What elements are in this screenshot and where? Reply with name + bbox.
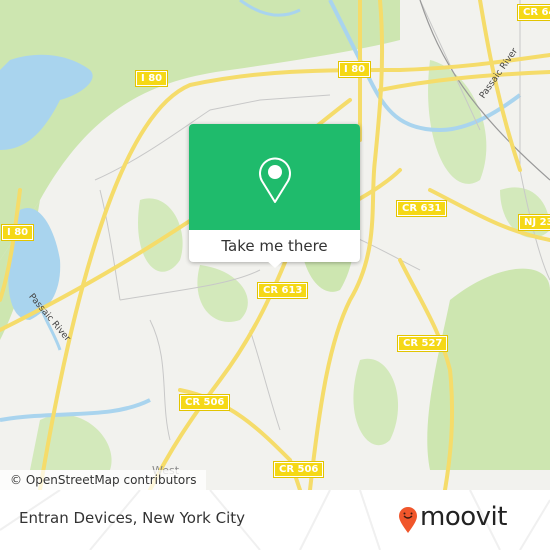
road-shield-cr613: CR 613 (256, 282, 309, 299)
road-shield-cr64: CR 64 (516, 4, 550, 21)
map-attribution[interactable]: © OpenStreetMap contributors (0, 470, 207, 490)
road-shield-nj23: NJ 23 (518, 214, 550, 231)
directions-popup: Take me there (189, 124, 360, 268)
road-shield-cr506: CR 506 (272, 461, 325, 478)
moovit-wordmark: moovit (420, 502, 507, 532)
map[interactable]: I 80 I 80 I 80 CR 64 CR 631 NJ 23 CR 613… (0, 0, 550, 490)
road-shield-cr506: CR 506 (178, 394, 231, 411)
road-shield-i80: I 80 (0, 224, 35, 241)
forest-area (427, 268, 550, 470)
map-pin-icon (259, 157, 291, 203)
popup-header (189, 124, 360, 230)
road-shield-cr527: CR 527 (396, 335, 449, 352)
forest-area (353, 358, 399, 446)
forest-area (30, 414, 112, 470)
road-shield-i80: I 80 (134, 70, 169, 87)
forest-area (138, 198, 183, 272)
forest-area (197, 265, 248, 322)
moovit-pin-icon (399, 507, 417, 533)
road-shield-cr631: CR 631 (395, 200, 448, 217)
footer-bar: Entran Devices, New York City moovit (0, 490, 550, 550)
take-me-there-button[interactable]: Take me there (189, 230, 360, 262)
road-shield-i80: I 80 (337, 61, 372, 78)
popup-pointer (266, 260, 284, 268)
location-title: Entran Devices, New York City (19, 509, 246, 527)
